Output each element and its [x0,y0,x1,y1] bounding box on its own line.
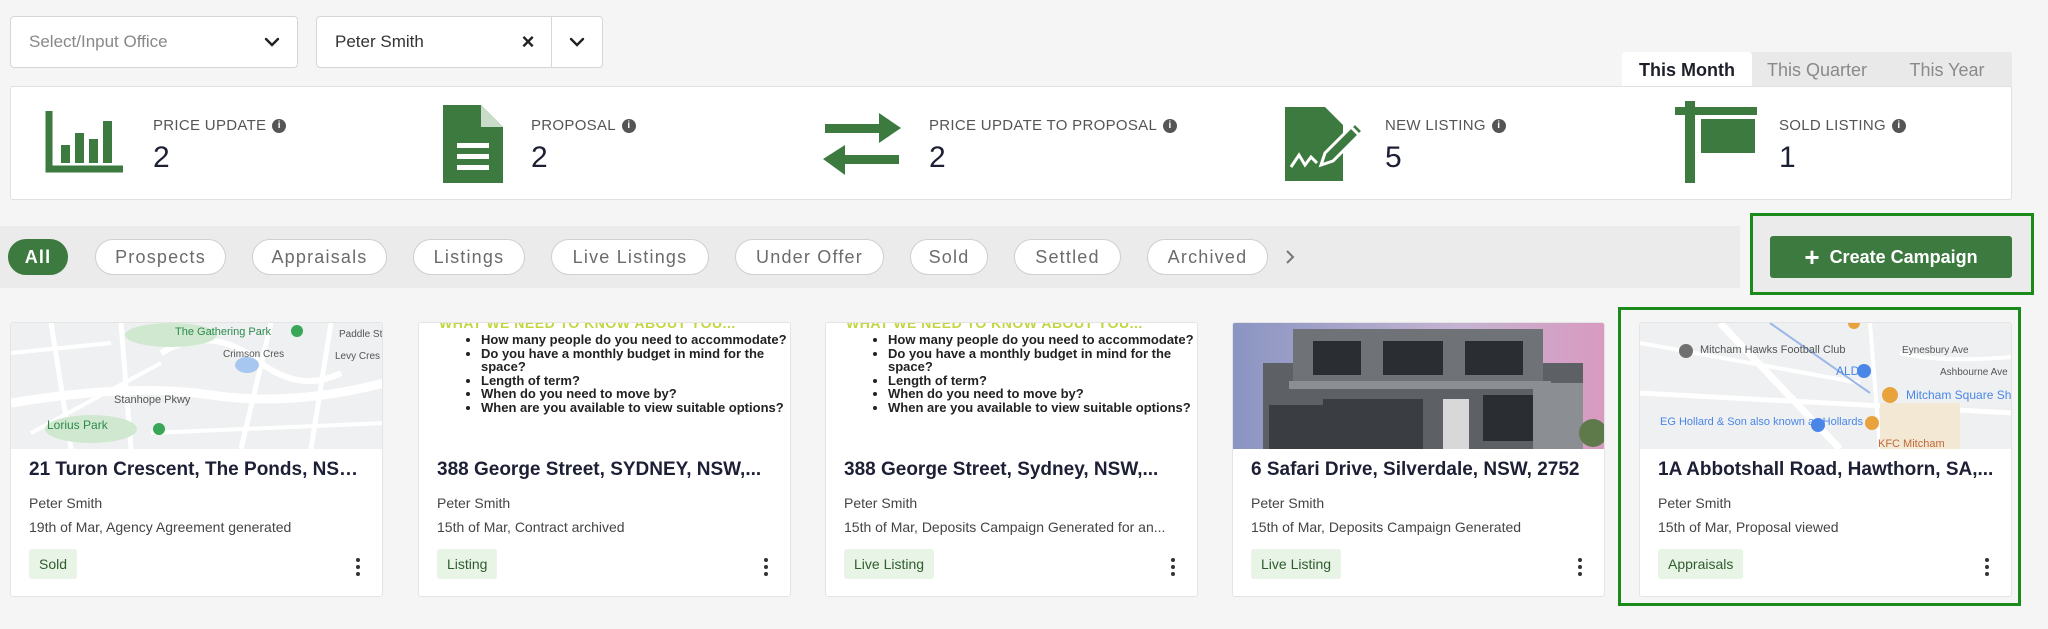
clear-icon[interactable]: × [505,17,551,67]
agent-select-value: Peter Smith [335,32,424,51]
filter-chip-settled[interactable]: Settled [1014,239,1121,275]
bar-chart-icon [45,109,125,178]
info-icon[interactable]: i [1163,118,1178,133]
svg-text:Mitcham Square Shopping Centre: Mitcham Square Shopping Centre [1906,388,2011,402]
stat-label: PRICE UPDATE TO PROPOSAL i [929,117,1178,134]
info-icon[interactable]: i [272,118,287,133]
campaign-card[interactable]: 6 Safari Drive, Silverdale, NSW, 2752 Pe… [1232,322,1605,597]
tab-this-year[interactable]: This Year [1882,52,2012,88]
status-tag: Appraisals [1658,549,1744,579]
card-title[interactable]: 388 George Street, SYDNEY, NSW,... [437,459,777,481]
campaign-card[interactable]: WHAT WE NEED TO KNOW ABOUT YOU... How ma… [825,322,1198,597]
stat-value: 2 [929,141,946,174]
card-agent: Peter Smith [29,495,103,511]
document-icon [443,105,503,188]
card-agent: Peter Smith [1658,495,1732,511]
stat-value: 1 [1779,141,1796,174]
info-icon[interactable]: i [1891,118,1906,133]
svg-text:Mitcham Hawks Football Club: Mitcham Hawks Football Club [1700,344,1846,356]
filter-chip-listings[interactable]: Listings [413,239,525,275]
card-agent: Peter Smith [844,495,918,511]
filter-chip-under-offer[interactable]: Under Offer [735,239,884,275]
agent-select[interactable]: Peter Smith × [316,16,603,68]
status-filter-bar: All Prospects Appraisals Listings Live L… [0,226,1740,288]
swap-arrows-icon [821,113,903,180]
stats-panel: PRICE UPDATE i 2 PROPOSAL i 2 PRICE UPDA… [10,86,2012,200]
card-title[interactable]: 388 George Street, Sydney, NSW,... [844,459,1184,481]
card-activity: 15th of Mar, Deposits Campaign Generated… [844,519,1166,535]
svg-text:Lorius Park: Lorius Park [47,418,109,432]
filter-chip-live-listings[interactable]: Live Listings [551,239,709,275]
stat-label: NEW LISTING i [1385,117,1506,134]
stat-value: 2 [531,141,548,174]
svg-text:Stanhope Pkwy: Stanhope Pkwy [114,394,191,406]
status-tag: Live Listing [844,549,935,579]
sign-post-icon [1675,101,1757,188]
info-icon[interactable]: i [1491,118,1506,133]
document-thumbnail: WHAT WE NEED TO KNOW ABOUT YOU... How ma… [419,323,790,449]
map-thumbnail: Mitcham Hawks Football Club ALDI Mitcham… [1640,323,2011,449]
filter-chip-sold[interactable]: Sold [910,239,988,275]
svg-text:KFC Mitcham: KFC Mitcham [1878,438,1945,449]
card-title[interactable]: 1A Abbotshall Road, Hawthorn, SA,... [1658,459,1998,481]
svg-text:EG Hollard & Son also known as: EG Hollard & Son also known as Hollards [1660,416,1863,428]
status-tag: Live Listing [1251,549,1342,579]
create-campaign-label: Create Campaign [1829,246,1978,267]
more-options-icon[interactable] [760,555,772,579]
status-tag: Sold [29,549,78,579]
card-title[interactable]: 21 Turon Crescent, The Ponds, NSW,... [29,459,369,481]
svg-text:The Gathering Park: The Gathering Park [175,326,271,338]
filter-chip-all[interactable]: All [8,239,68,275]
stat-label: PRICE UPDATE i [153,117,287,134]
campaign-card[interactable]: The Gathering Park Stanhope Pkwy Lorius … [10,322,383,597]
svg-text:Paddle St: Paddle St [339,329,382,340]
document-thumbnail: WHAT WE NEED TO KNOW ABOUT YOU... How ma… [826,323,1197,449]
chevron-right-icon[interactable] [1280,244,1300,270]
house-photo [1233,323,1604,449]
create-campaign-highlight: + Create Campaign [1750,213,2034,295]
card-activity: 15th of Mar, Proposal viewed [1658,519,1839,535]
chevron-down-icon[interactable] [552,17,602,67]
card-activity: 19th of Mar, Agency Agreement generated [29,519,292,535]
stat-label: SOLD LISTING i [1779,117,1906,134]
svg-text:Eynesbury Ave: Eynesbury Ave [1902,345,1969,356]
more-options-icon[interactable] [1167,555,1179,579]
card-title[interactable]: 6 Safari Drive, Silverdale, NSW, 2752 [1251,459,1591,481]
campaign-card[interactable]: WHAT WE NEED TO KNOW ABOUT YOU... How ma… [418,322,791,597]
status-tag: Listing [437,549,498,579]
card-activity: 15th of Mar, Contract archived [437,519,625,535]
info-icon[interactable]: i [621,118,636,133]
stat-value: 5 [1385,141,1402,174]
card-agent: Peter Smith [1251,495,1325,511]
filter-chip-prospects[interactable]: Prospects [95,239,226,275]
map-thumbnail: The Gathering Park Stanhope Pkwy Lorius … [11,323,382,449]
period-tabs: This Month This Quarter This Year [1622,52,2012,88]
tab-this-quarter[interactable]: This Quarter [1752,52,1882,88]
svg-text:Crimson Cres: Crimson Cres [223,349,284,360]
plus-icon: + [1804,242,1820,272]
office-select[interactable]: Select/Input Office [10,16,298,68]
chevron-down-icon[interactable] [247,17,297,67]
more-options-icon[interactable] [1981,555,1993,579]
svg-text:ALDI: ALDI [1836,364,1863,378]
filter-chip-archived[interactable]: Archived [1147,239,1268,275]
svg-text:Ashbourne Ave: Ashbourne Ave [1940,367,2008,378]
more-options-icon[interactable] [1574,555,1586,579]
tab-this-month[interactable]: This Month [1622,52,1752,88]
stat-value: 2 [153,141,170,174]
create-campaign-button[interactable]: + Create Campaign [1770,236,2012,278]
stat-label: PROPOSAL i [531,117,636,134]
card-activity: 15th of Mar, Deposits Campaign Generated [1251,519,1522,535]
campaign-card[interactable]: Mitcham Hawks Football Club ALDI Mitcham… [1639,322,2012,597]
signature-doc-icon [1285,107,1367,186]
filter-chip-appraisals[interactable]: Appraisals [252,239,387,275]
card-agent: Peter Smith [437,495,511,511]
office-select-placeholder: Select/Input Office [29,32,168,51]
more-options-icon[interactable] [352,555,364,579]
svg-text:Levy Cres: Levy Cres [335,351,380,362]
